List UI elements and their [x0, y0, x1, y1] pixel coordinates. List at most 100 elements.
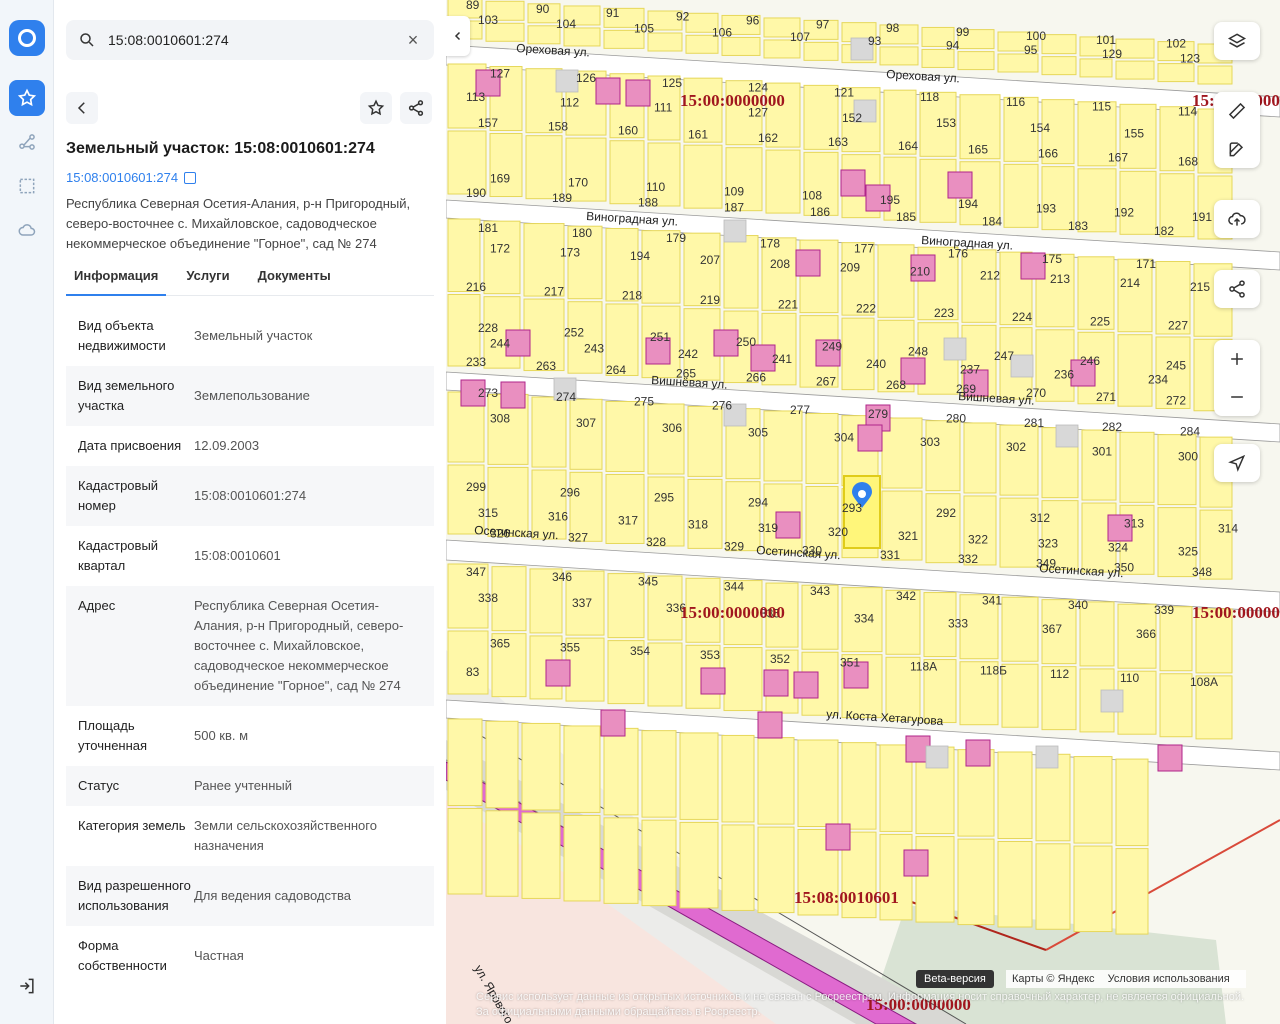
parcel-number: 315: [478, 506, 498, 520]
parcel: [687, 405, 723, 477]
parcel: [757, 826, 795, 914]
parcel-number: 188: [638, 196, 658, 210]
collapse-panel-button[interactable]: [446, 16, 470, 56]
parcel-number: 192: [1114, 206, 1134, 220]
parcel-number: 276: [712, 399, 732, 413]
parcel: [641, 730, 677, 818]
share-icon[interactable]: [1214, 270, 1260, 308]
parcel-number: 95: [1024, 43, 1038, 57]
parcel-number: 118А: [910, 660, 937, 674]
parcel-number: 108: [802, 189, 822, 203]
yandex-maps-credit[interactable]: Карты © Яндекс: [1012, 973, 1095, 985]
zoom-out-icon[interactable]: [1214, 378, 1260, 416]
area-select-icon[interactable]: [9, 168, 45, 204]
parcel-number: 272: [1166, 394, 1186, 408]
parcel-number: 317: [618, 513, 638, 527]
parcel-number: 367: [1042, 622, 1062, 636]
parcel-number: 323: [1038, 537, 1058, 551]
upload-control[interactable]: [1214, 200, 1260, 238]
clear-search-icon[interactable]: ×: [404, 30, 422, 50]
search-input[interactable]: [108, 32, 404, 48]
info-key: Категория земель: [78, 818, 186, 833]
info-key: Дата присвоения: [78, 438, 182, 453]
parcel-number: 154: [1030, 121, 1050, 135]
parcel: [687, 478, 723, 549]
back-button[interactable]: [66, 92, 98, 124]
parcel: [765, 149, 801, 214]
building: [825, 823, 851, 851]
parcel-number: 173: [560, 245, 580, 259]
parcel-number: 324: [1108, 540, 1128, 554]
parcel-number: 341: [982, 593, 1002, 607]
parcel: [1157, 507, 1197, 578]
tab-documents[interactable]: Документы: [250, 266, 339, 296]
copy-icon[interactable]: [184, 171, 197, 184]
edit-icon[interactable]: [1214, 130, 1260, 168]
layers-icon[interactable]: [1214, 22, 1260, 60]
parcel-number: 282: [1102, 420, 1122, 434]
layers-control[interactable]: [1214, 22, 1260, 60]
parcel-number: 118: [920, 90, 939, 104]
parcel-number: 308: [490, 411, 510, 425]
parcel-number: 107: [790, 30, 810, 44]
locate-control[interactable]: [1214, 444, 1260, 482]
parcel-number: 111: [654, 100, 673, 114]
parcel-number: 319: [758, 521, 778, 535]
parcel-number: 329: [724, 539, 744, 553]
parcel: [683, 144, 723, 209]
parcel: [531, 396, 567, 468]
parcel: [1079, 58, 1113, 78]
app-logo-icon[interactable]: [9, 20, 45, 56]
parcel-number: 240: [866, 357, 886, 371]
share-map-control[interactable]: [1214, 270, 1260, 308]
upload-icon[interactable]: [1214, 200, 1260, 238]
parcel-number: 306: [662, 421, 682, 435]
map-canvas[interactable]: 89 90 91 92 96 97 98 99 100 101 102 103 104 105 106 107…: [446, 0, 1280, 1024]
parcel: [999, 497, 1039, 568]
info-key: Адрес: [78, 598, 116, 613]
building: [793, 671, 819, 699]
parcel-number: 340: [1068, 598, 1088, 612]
parcel-number: 208: [770, 257, 790, 271]
terms-link[interactable]: Условия использования: [1108, 973, 1230, 985]
parcel-number: 123: [1180, 51, 1200, 65]
login-icon[interactable]: [9, 968, 45, 1004]
zoom-in-icon[interactable]: [1214, 340, 1260, 378]
parcel: [1073, 756, 1113, 844]
share-button[interactable]: [400, 92, 432, 124]
add-favorite-button[interactable]: [360, 92, 392, 124]
parcel-number: 316: [548, 510, 568, 524]
parcel-number: 343: [810, 584, 830, 598]
parcel-number: 175: [1042, 252, 1062, 266]
route-icon[interactable]: [9, 124, 45, 160]
cadastral-map[interactable]: 89 90 91 92 96 97 98 99 100 101 102 103 104 105 106 107…: [446, 0, 1280, 1024]
parcel-number: 161: [688, 127, 708, 141]
parcel-number: 284: [1180, 424, 1200, 438]
parcel-number: 296: [560, 485, 580, 499]
cadastral-number-link[interactable]: 15:08:0010601:274: [66, 170, 197, 185]
parcel-number: 163: [828, 135, 848, 149]
parcel-number: 279: [868, 407, 888, 421]
parcel-number: 242: [678, 347, 698, 361]
parcel-number: 246: [1080, 354, 1100, 368]
tab-information[interactable]: Информация: [66, 266, 167, 296]
parcel-number: 168: [1178, 154, 1198, 168]
parcel: [925, 420, 961, 492]
parcel-number: 366: [1136, 627, 1156, 641]
parcel-number: 263: [536, 359, 556, 373]
cadastral-number-text[interactable]: 15:08:0010601:274: [66, 170, 178, 185]
parcel-number: 158: [548, 120, 568, 134]
parcel: [1001, 663, 1039, 728]
cloud-icon[interactable]: [9, 212, 45, 248]
parcel: [1115, 60, 1155, 80]
parcel-number: 299: [466, 480, 486, 494]
building: [795, 249, 821, 277]
search-icon: [80, 33, 94, 47]
navigation-arrow-icon[interactable]: [1214, 444, 1260, 482]
parcel-number: 191: [1192, 210, 1212, 224]
favorites-icon[interactable]: [9, 80, 45, 116]
tab-services[interactable]: Услуги: [178, 266, 237, 296]
ruler-icon[interactable]: [1214, 92, 1260, 130]
parcel-number: 304: [834, 430, 854, 444]
parcel: [957, 51, 995, 71]
